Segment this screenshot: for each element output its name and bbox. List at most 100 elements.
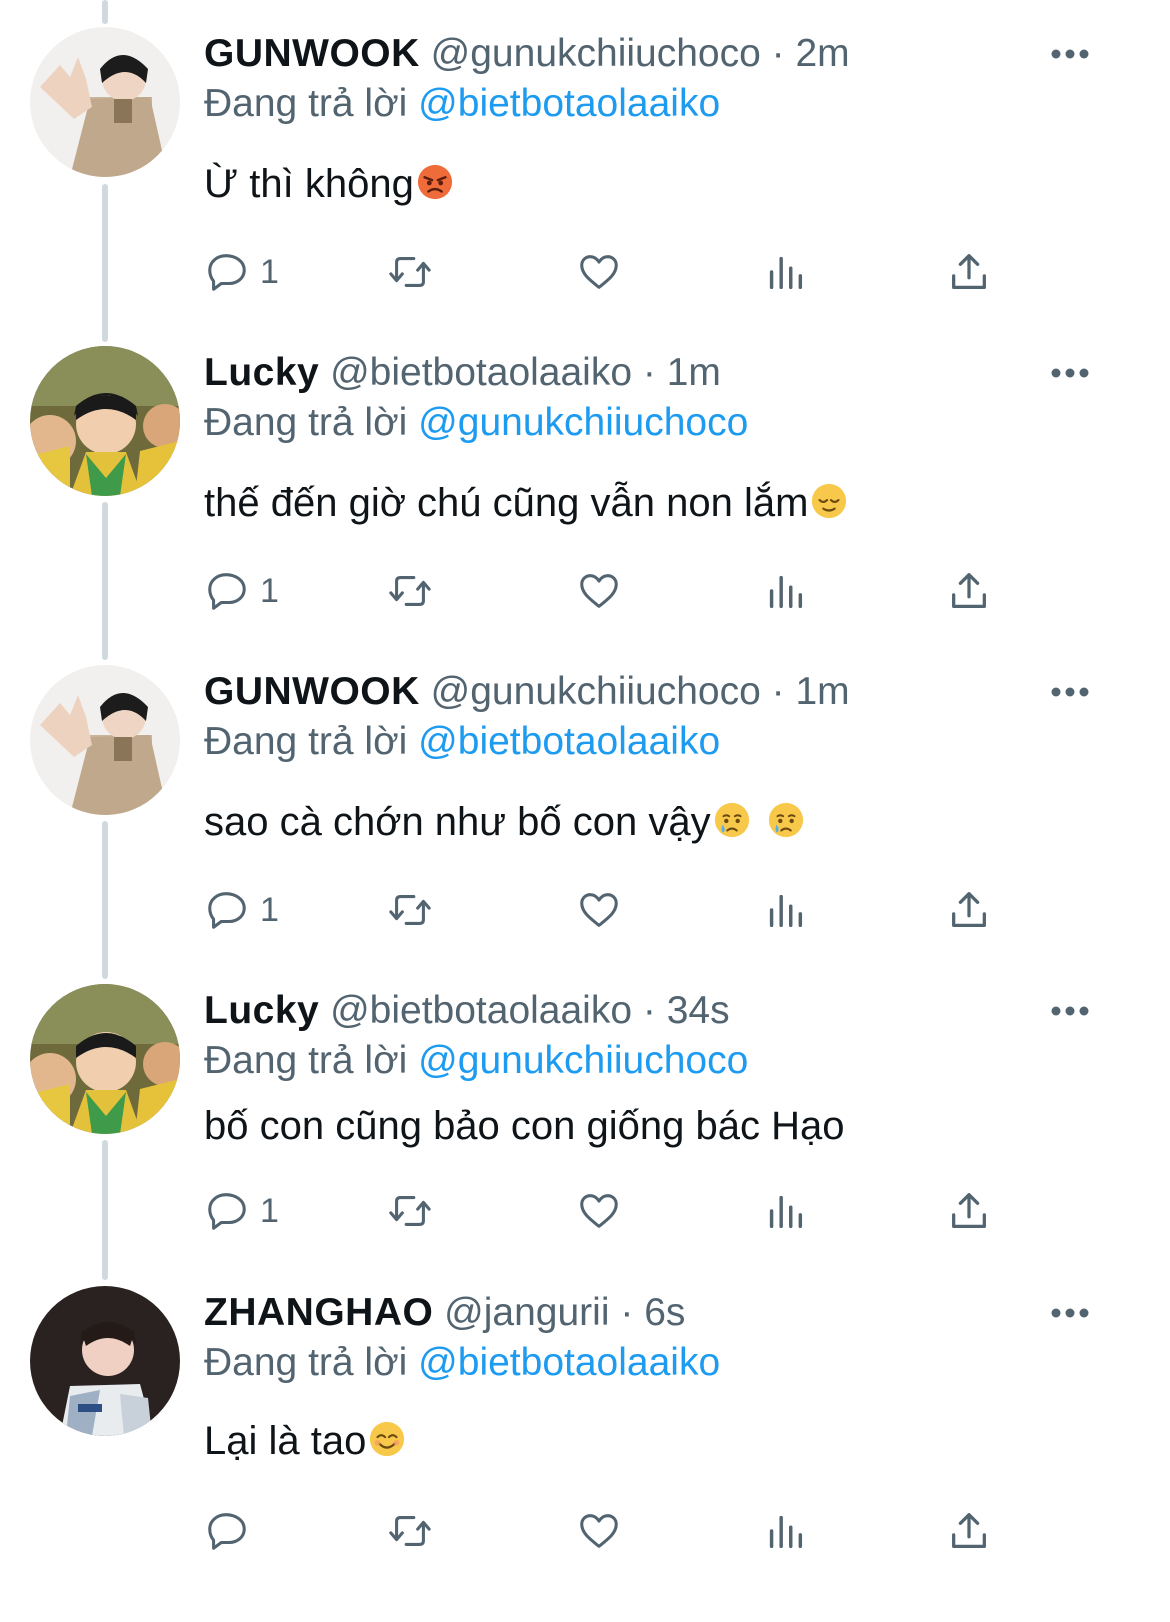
views-button[interactable]	[762, 885, 808, 935]
retweet-icon	[389, 257, 431, 287]
share-button[interactable]	[946, 1186, 992, 1236]
mention-link[interactable]: @bietbotaolaaiko	[418, 82, 720, 125]
tweet-text: bố con cũng bảo con giống bác Hạo	[204, 1099, 845, 1153]
display-name[interactable]: GUNWOOK	[204, 670, 420, 713]
smiling-face-icon	[370, 1421, 405, 1457]
tweet[interactable]: GUNWOOK @gunukchiiuchoco · 2m Đang trả l…	[0, 27, 1170, 327]
avatar[interactable]	[30, 665, 180, 815]
reply-button[interactable]	[204, 1506, 260, 1556]
like-button[interactable]	[576, 247, 622, 297]
share-button[interactable]	[946, 247, 992, 297]
replying-to-label: Đang trả lời	[204, 401, 408, 444]
reply-icon	[208, 1193, 246, 1230]
crying-face-icon	[768, 802, 803, 838]
reply-count: 1	[260, 890, 279, 929]
replying-to-label: Đang trả lời	[204, 720, 408, 763]
tweet-text: Ừ thì không	[204, 157, 454, 211]
angry-face-icon	[417, 164, 452, 200]
thread-line	[102, 0, 108, 24]
avatar[interactable]	[30, 984, 180, 1134]
tweet-text: thế đến giờ chú cũng vẫn non lắm	[204, 476, 848, 530]
user-handle[interactable]: @bietbotaolaaiko	[330, 989, 632, 1032]
reply-count: 1	[260, 571, 279, 610]
more-options-icon[interactable]	[1050, 366, 1090, 380]
mention-link[interactable]: @bietbotaolaaiko	[418, 1341, 720, 1384]
display-name[interactable]: ZHANGHAO	[204, 1291, 433, 1334]
share-icon	[952, 1513, 986, 1548]
more-options-icon[interactable]	[1050, 47, 1090, 61]
mention-link[interactable]: @gunukchiiuchoco	[418, 1039, 748, 1082]
user-handle[interactable]: @jangurii	[444, 1291, 609, 1334]
tweet-header: GUNWOOK @gunukchiiuchoco · 1m	[204, 667, 850, 717]
tweet[interactable]: GUNWOOK @gunukchiiuchoco · 1m Đang trả l…	[0, 665, 1170, 965]
tweet-actions: 1	[204, 566, 1004, 616]
reply-icon	[208, 892, 246, 929]
avatar[interactable]	[30, 1286, 180, 1436]
timestamp[interactable]: 1m	[795, 670, 849, 713]
display-name[interactable]: Lucky	[204, 351, 319, 394]
display-name[interactable]: GUNWOOK	[204, 32, 420, 75]
bar-chart-icon	[769, 256, 803, 290]
views-button[interactable]	[762, 1186, 808, 1236]
heart-icon	[580, 893, 618, 927]
like-button[interactable]	[576, 1506, 622, 1556]
avatar[interactable]	[30, 346, 180, 496]
display-name[interactable]: Lucky	[204, 989, 319, 1032]
views-button[interactable]	[762, 247, 808, 297]
bar-chart-icon	[769, 1195, 803, 1229]
retweet-icon	[389, 1516, 431, 1546]
tweet-actions: 1	[204, 247, 1004, 297]
share-button[interactable]	[946, 885, 992, 935]
like-button[interactable]	[576, 566, 622, 616]
timestamp[interactable]: 6s	[644, 1291, 685, 1334]
tweet-header: ZHANGHAO @jangurii · 6s	[204, 1288, 685, 1338]
tweet-actions: 1	[204, 1186, 1004, 1236]
tweet[interactable]: ZHANGHAO @jangurii · 6s Đang trả lời @bi…	[0, 1286, 1170, 1616]
retweet-button[interactable]	[387, 885, 433, 935]
views-button[interactable]	[762, 1506, 808, 1556]
replying-to-line: Đang trả lời @gunukchiiuchoco	[204, 1036, 748, 1086]
retweet-icon	[389, 895, 431, 925]
reply-button[interactable]: 1	[204, 1186, 279, 1236]
retweet-button[interactable]	[387, 1186, 433, 1236]
retweet-button[interactable]	[387, 247, 433, 297]
timestamp[interactable]: 2m	[795, 32, 849, 75]
more-options-icon[interactable]	[1050, 685, 1090, 699]
more-options-icon[interactable]	[1050, 1306, 1090, 1320]
share-button[interactable]	[946, 1506, 992, 1556]
replying-to-line: Đang trả lời @bietbotaolaaiko	[204, 1338, 720, 1388]
mention-link[interactable]: @gunukchiiuchoco	[418, 401, 748, 444]
separator-dot: ·	[620, 1291, 634, 1334]
tweet[interactable]: Lucky @bietbotaolaaiko · 1m Đang trả lời…	[0, 346, 1170, 646]
views-button[interactable]	[762, 566, 808, 616]
retweet-button[interactable]	[387, 566, 433, 616]
like-button[interactable]	[576, 885, 622, 935]
user-handle[interactable]: @gunukchiiuchoco	[431, 32, 761, 75]
heart-icon	[580, 255, 618, 289]
more-options-icon[interactable]	[1050, 1004, 1090, 1018]
replying-to-line: Đang trả lời @gunukchiiuchoco	[204, 398, 748, 448]
share-icon	[952, 573, 986, 608]
mention-link[interactable]: @bietbotaolaaiko	[418, 720, 720, 763]
tweet-text-content: sao cà chớn như bố con vậy	[204, 800, 711, 844]
separator-dot: ·	[771, 32, 785, 75]
like-button[interactable]	[576, 1186, 622, 1236]
user-handle[interactable]: @bietbotaolaaiko	[330, 351, 632, 394]
timestamp[interactable]: 34s	[667, 989, 730, 1032]
retweet-button[interactable]	[387, 1506, 433, 1556]
avatar-gunwook-image	[30, 27, 180, 177]
tweet-actions: 1	[204, 885, 1004, 935]
retweet-icon	[389, 1196, 431, 1226]
user-handle[interactable]: @gunukchiiuchoco	[431, 670, 761, 713]
replying-to-line: Đang trả lời @bietbotaolaaiko	[204, 79, 720, 129]
avatar[interactable]	[30, 27, 180, 177]
tweet[interactable]: Lucky @bietbotaolaaiko · 34s Đang trả lờ…	[0, 984, 1170, 1264]
reply-button[interactable]: 1	[204, 566, 279, 616]
reply-button[interactable]: 1	[204, 247, 279, 297]
reply-icon	[208, 254, 246, 291]
heart-icon	[580, 574, 618, 608]
reply-button[interactable]: 1	[204, 885, 279, 935]
share-button[interactable]	[946, 566, 992, 616]
timestamp[interactable]: 1m	[667, 351, 721, 394]
reply-icon	[208, 573, 246, 610]
